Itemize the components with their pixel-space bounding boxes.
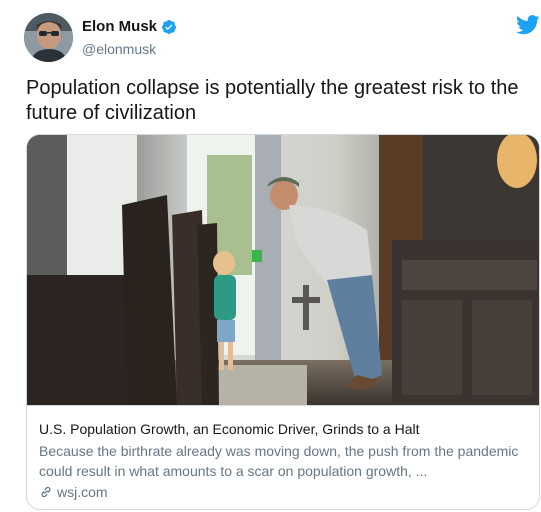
card-title[interactable]: U.S. Population Growth, an Economic Driv… (39, 421, 529, 437)
card-domain[interactable]: wsj.com (57, 484, 108, 500)
card-link-row[interactable]: wsj.com (39, 484, 108, 500)
tweet-text: Population collapse is potentially the g… (26, 77, 519, 124)
twitter-bird-icon[interactable] (516, 15, 540, 35)
verified-badge-icon (162, 19, 177, 34)
avatar[interactable] (24, 13, 73, 62)
card-description: Because the birthrate already was moving… (39, 443, 519, 479)
tweet-embed: Elon Musk @elonmusk Population collapse … (0, 0, 541, 512)
link-icon (41, 486, 51, 498)
card-divider (27, 405, 539, 406)
card-image (27, 135, 539, 405)
author-name-row[interactable]: Elon Musk (82, 18, 177, 35)
author-handle[interactable]: @elonmusk (82, 41, 156, 57)
display-name[interactable]: Elon Musk (82, 18, 157, 35)
link-card[interactable]: U.S. Population Growth, an Economic Driv… (26, 134, 540, 510)
